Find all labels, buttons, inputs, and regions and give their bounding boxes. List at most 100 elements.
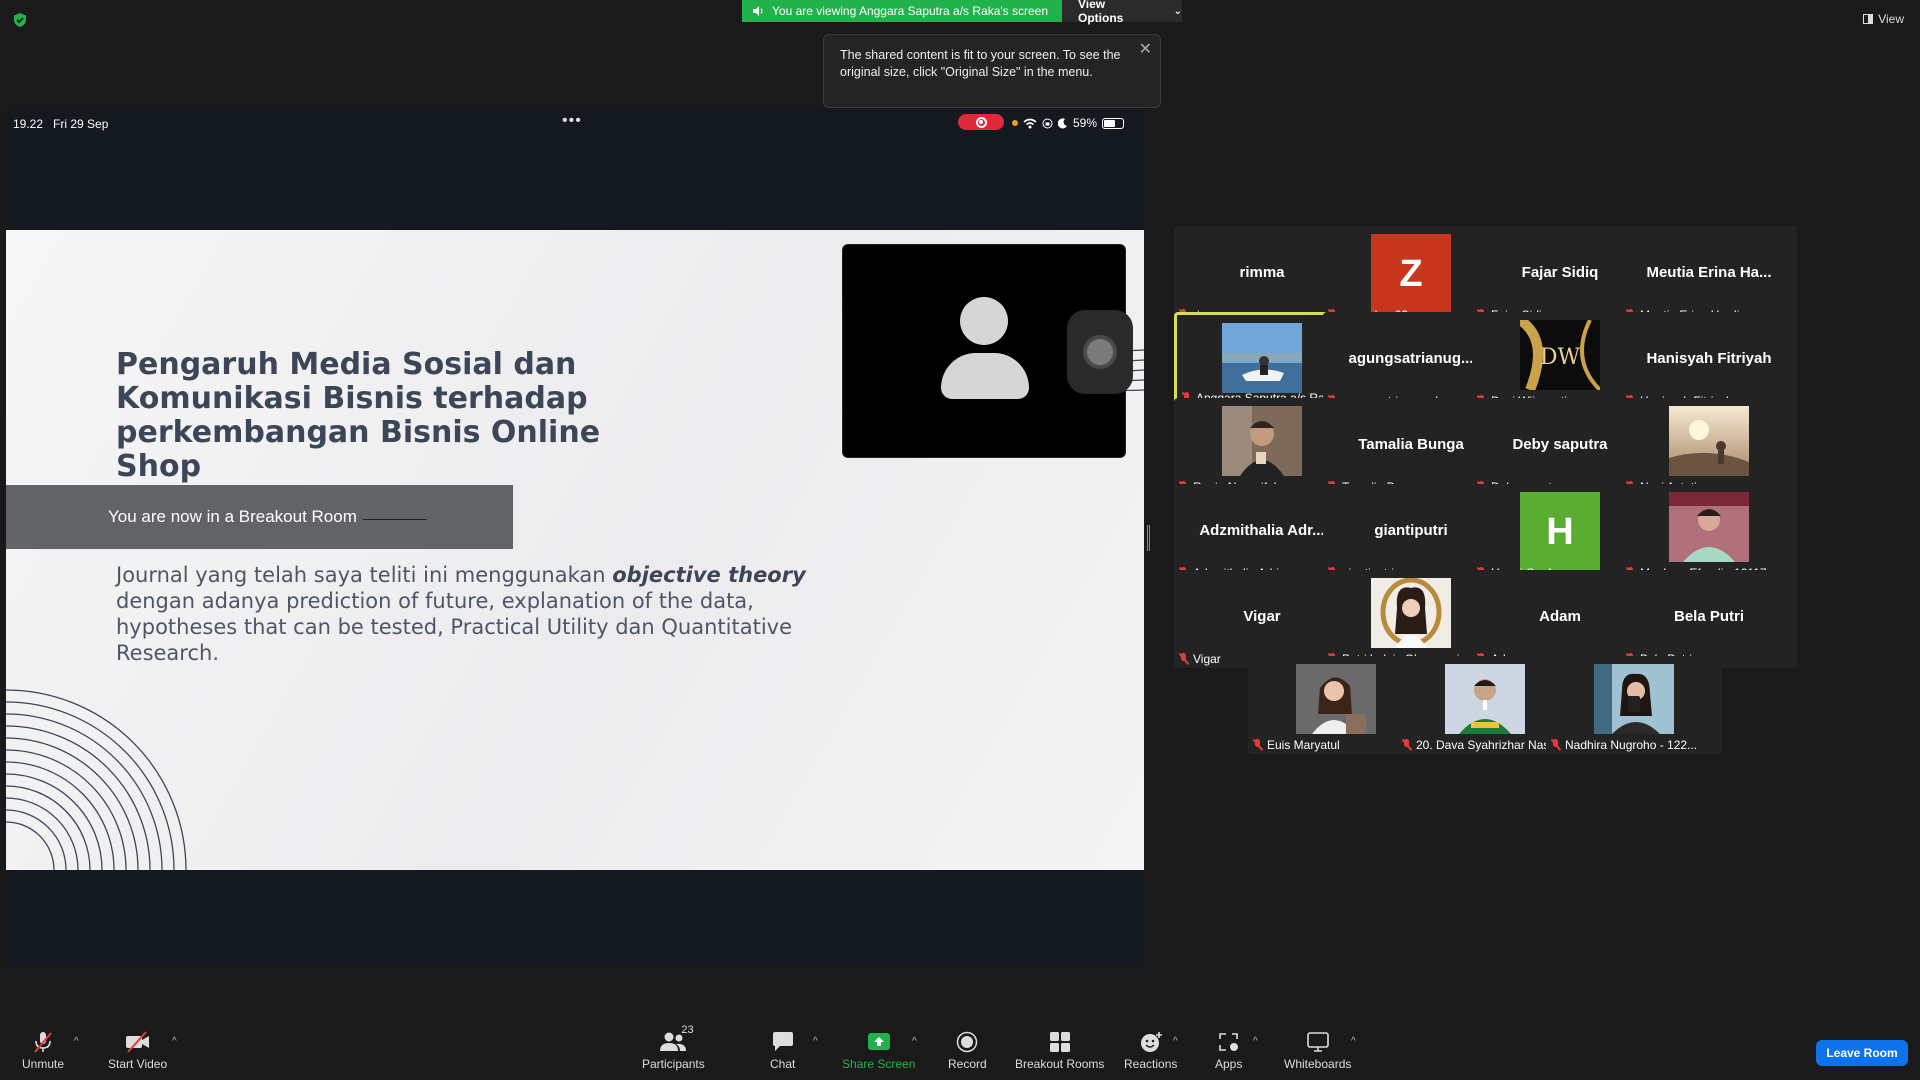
panel-resize-handle[interactable] — [1147, 525, 1150, 551]
whiteboards-button[interactable]: Whiteboards — [1284, 1030, 1351, 1071]
share-screen-button[interactable]: Share Screen — [842, 1030, 915, 1071]
status-time: 19.22 Fri 29 Sep — [13, 117, 109, 131]
apps-button[interactable]: Apps — [1215, 1030, 1242, 1071]
participant-photo — [1669, 406, 1749, 476]
view-label: View — [1878, 12, 1904, 26]
chat-button[interactable]: Chat — [770, 1030, 795, 1071]
audio-options-chevron-icon[interactable]: ^ — [74, 1036, 79, 1047]
decorative-arcs-left — [6, 689, 187, 870]
whiteboard-icon — [1306, 1032, 1329, 1052]
mic-muted-icon — [34, 1032, 52, 1053]
apps-label: Apps — [1215, 1057, 1243, 1071]
mic-muted-icon — [1401, 739, 1412, 751]
participant-name: Nadhira Nugroho - 122... — [1565, 738, 1698, 752]
participant-photo — [1222, 406, 1302, 476]
participant-photo — [1296, 664, 1376, 734]
participants-count: 23 — [681, 1024, 694, 1036]
shared-screen: 19.22 Fri 29 Sep ••• 59% Pengaruh Media … — [6, 110, 1144, 966]
start-video-label: Start Video — [108, 1057, 168, 1071]
moon-icon — [1058, 117, 1067, 128]
participant-tile[interactable]: Meutia Erina Ha...Meutia Erina Hardi — [1621, 226, 1797, 324]
speaker-icon — [753, 6, 763, 16]
assistive-touch-button — [1067, 310, 1133, 394]
view-options-button[interactable]: View Options ⌄ — [1062, 0, 1182, 25]
mic-muted-icon — [1178, 653, 1189, 665]
participant-tile[interactable]: Maulana Efendi - 12117... — [1621, 484, 1797, 582]
participant-display-name: Bela Putri — [1673, 608, 1745, 625]
share-screen-icon — [867, 1033, 890, 1050]
reactions-button[interactable]: Reactions — [1124, 1030, 1177, 1071]
encryption-shield-icon[interactable] — [12, 12, 28, 28]
viewing-screen-banner: You are viewing Anggara Saputra a/s Raka… — [742, 0, 1062, 22]
breakout-rooms-button[interactable]: Breakout Rooms — [1015, 1030, 1104, 1071]
participant-photo — [1669, 492, 1749, 562]
chat-icon — [772, 1032, 793, 1051]
avatar-placeholder-icon — [960, 297, 1008, 345]
record-icon — [957, 1031, 978, 1053]
participant-avatar-letter: H — [1520, 492, 1600, 572]
unmute-label: Unmute — [22, 1057, 65, 1071]
whiteboards-label: Whiteboards — [1284, 1057, 1352, 1071]
meeting-toolbar: Unmute ^ Start Video ^ 23 Participants C… — [0, 1010, 1920, 1080]
record-button[interactable]: Record — [948, 1030, 987, 1071]
breakout-room-notice: You are now in a Breakout Room — [6, 485, 513, 549]
record-label: Record — [948, 1057, 987, 1071]
screen-record-icon — [958, 114, 1004, 130]
tablet-status-bar: 19.22 Fri 29 Sep ••• 59% — [6, 110, 1144, 136]
view-button[interactable]: View — [1863, 12, 1904, 26]
participant-display-name: Meutia Erina Ha... — [1646, 264, 1772, 281]
reactions-options-chevron-icon[interactable]: ^ — [1173, 1036, 1178, 1047]
viewing-banner-text: You are viewing Anggara Saputra a/s Raka… — [772, 4, 1049, 18]
unmute-button[interactable]: Unmute — [22, 1030, 64, 1071]
apps-icon — [1218, 1033, 1238, 1051]
battery-percent: 59% — [1073, 116, 1098, 130]
leave-room-button[interactable]: Leave Room — [1816, 1040, 1908, 1066]
wifi-icon — [1023, 118, 1037, 128]
reactions-icon — [1140, 1032, 1162, 1052]
slide-body-emphasis: objective theory — [612, 563, 806, 587]
participant-tile[interactable]: Bela PutriBela Putri — [1621, 570, 1797, 668]
share-options-chevron-icon[interactable]: ^ — [912, 1036, 917, 1047]
tooltip-text: The shared content is fit to your screen… — [840, 48, 1121, 79]
chat-label: Chat — [770, 1057, 796, 1071]
orientation-lock-icon — [1042, 118, 1053, 128]
mic-muted-icon — [1550, 739, 1561, 751]
chat-options-chevron-icon[interactable]: ^ — [813, 1036, 818, 1047]
video-off-icon — [125, 1031, 149, 1053]
start-video-button[interactable]: Start Video — [108, 1030, 167, 1071]
slide-title: Pengaruh Media Sosial dan Komunikasi Bis… — [116, 347, 601, 484]
view-options-label: View Options — [1078, 0, 1124, 25]
participants-label: Participants — [642, 1057, 705, 1071]
whiteboards-options-chevron-icon[interactable]: ^ — [1351, 1036, 1356, 1047]
participant-name: Euis Maryatul — [1267, 738, 1340, 752]
reactions-label: Reactions — [1124, 1057, 1178, 1071]
view-layout-icon — [1863, 14, 1874, 24]
participants-button[interactable]: 23 Participants — [642, 1024, 705, 1071]
video-options-chevron-icon[interactable]: ^ — [172, 1036, 177, 1047]
breakout-rooms-icon — [1049, 1032, 1070, 1052]
participant-photo — [1594, 664, 1674, 734]
breakout-rooms-label: Breakout Rooms — [1015, 1057, 1105, 1071]
mic-indicator-icon — [1012, 120, 1018, 126]
participant-photo — [1222, 323, 1302, 393]
participant-tile[interactable]: Novi Astuti — [1621, 398, 1797, 496]
svg-text:DW: DW — [1540, 345, 1581, 370]
participant-photo — [1371, 577, 1451, 648]
status-icons: 59% — [1012, 116, 1125, 130]
mic-muted-icon — [1252, 739, 1263, 751]
fit-screen-tooltip: The shared content is fit to your screen… — [823, 34, 1161, 108]
apps-options-chevron-icon[interactable]: ^ — [1253, 1036, 1258, 1047]
participant-display-name: Hanisyah Fitriyah — [1646, 350, 1772, 367]
participant-photo — [1445, 664, 1525, 734]
slide-body: Journal yang telah saya teliti ini mengg… — [116, 563, 806, 665]
battery-icon — [1102, 117, 1125, 129]
breakout-notice-text: You are now in a Breakout Room — [108, 507, 357, 526]
participant-photo: DW — [1516, 315, 1602, 392]
participant-name: 20. Dava Syahrizhar Nas... — [1416, 738, 1560, 752]
chevron-down-icon: ⌄ — [1173, 5, 1182, 17]
participant-avatar-letter: Z — [1371, 234, 1451, 314]
participant-tile[interactable]: Nadhira Nugroho - 122... — [1546, 656, 1722, 754]
share-screen-label: Share Screen — [842, 1057, 916, 1071]
close-icon[interactable]: ✕ — [1139, 41, 1152, 58]
participant-tile[interactable]: Hanisyah FitriyahHanisyah Fitriyah — [1621, 312, 1797, 410]
